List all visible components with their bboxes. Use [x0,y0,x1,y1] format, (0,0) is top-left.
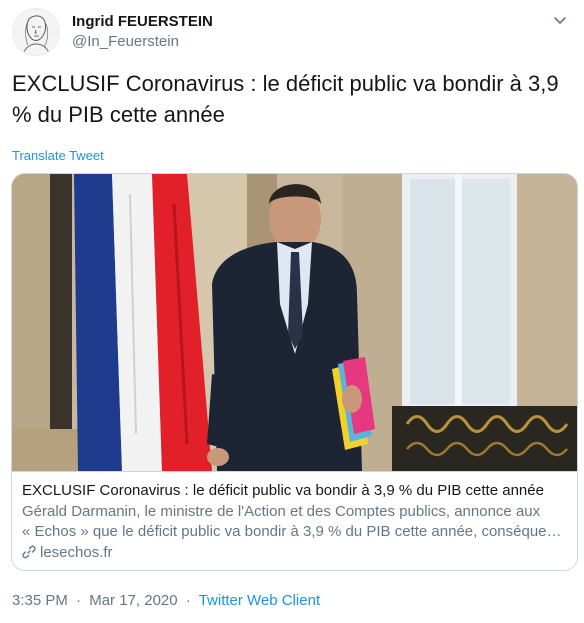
tweet-meta: 3:35 PM · Mar 17, 2020 · Twitter Web Cli… [12,592,320,609]
meta-separator: · [76,592,82,609]
tweet-date[interactable]: Mar 17, 2020 [89,592,177,609]
card-domain: lesechos.fr [22,544,113,561]
author-name[interactable]: Ingrid FEUERSTEIN [72,13,213,30]
card-description-line-1: Gérald Darmanin, le ministre de l'Action… [22,503,541,520]
chevron-down-icon[interactable] [550,10,570,30]
tweet: Ingrid FEUERSTEIN @In_Feuerstein EXCLUSI… [0,0,584,623]
link-icon [22,545,36,559]
card-description-line-2: « Echos » que le déficit public va bondi… [22,523,567,540]
tweet-source-link[interactable]: Twitter Web Client [199,592,320,609]
card-body[interactable]: EXCLUSIF Coronavirus : le déficit public… [12,472,577,570]
link-preview-card[interactable]: EXCLUSIF Coronavirus : le déficit public… [11,173,578,571]
card-description: Gérald Darmanin, le ministre de l'Action… [22,502,567,542]
tweet-text: EXCLUSIF Coronavirus : le déficit public… [12,71,559,127]
author-handle[interactable]: @In_Feuerstein [72,33,179,50]
card-image[interactable] [12,174,577,472]
card-title: EXCLUSIF Coronavirus : le déficit public… [22,482,544,499]
translate-tweet-link[interactable]: Translate Tweet [12,148,104,163]
tweet-header: Ingrid FEUERSTEIN @In_Feuerstein [12,8,572,56]
meta-separator: · [185,592,191,609]
card-domain-text: lesechos.fr [40,544,113,561]
avatar-sketch-icon [13,9,59,55]
avatar[interactable] [12,8,60,56]
tweet-time[interactable]: 3:35 PM [12,592,68,609]
